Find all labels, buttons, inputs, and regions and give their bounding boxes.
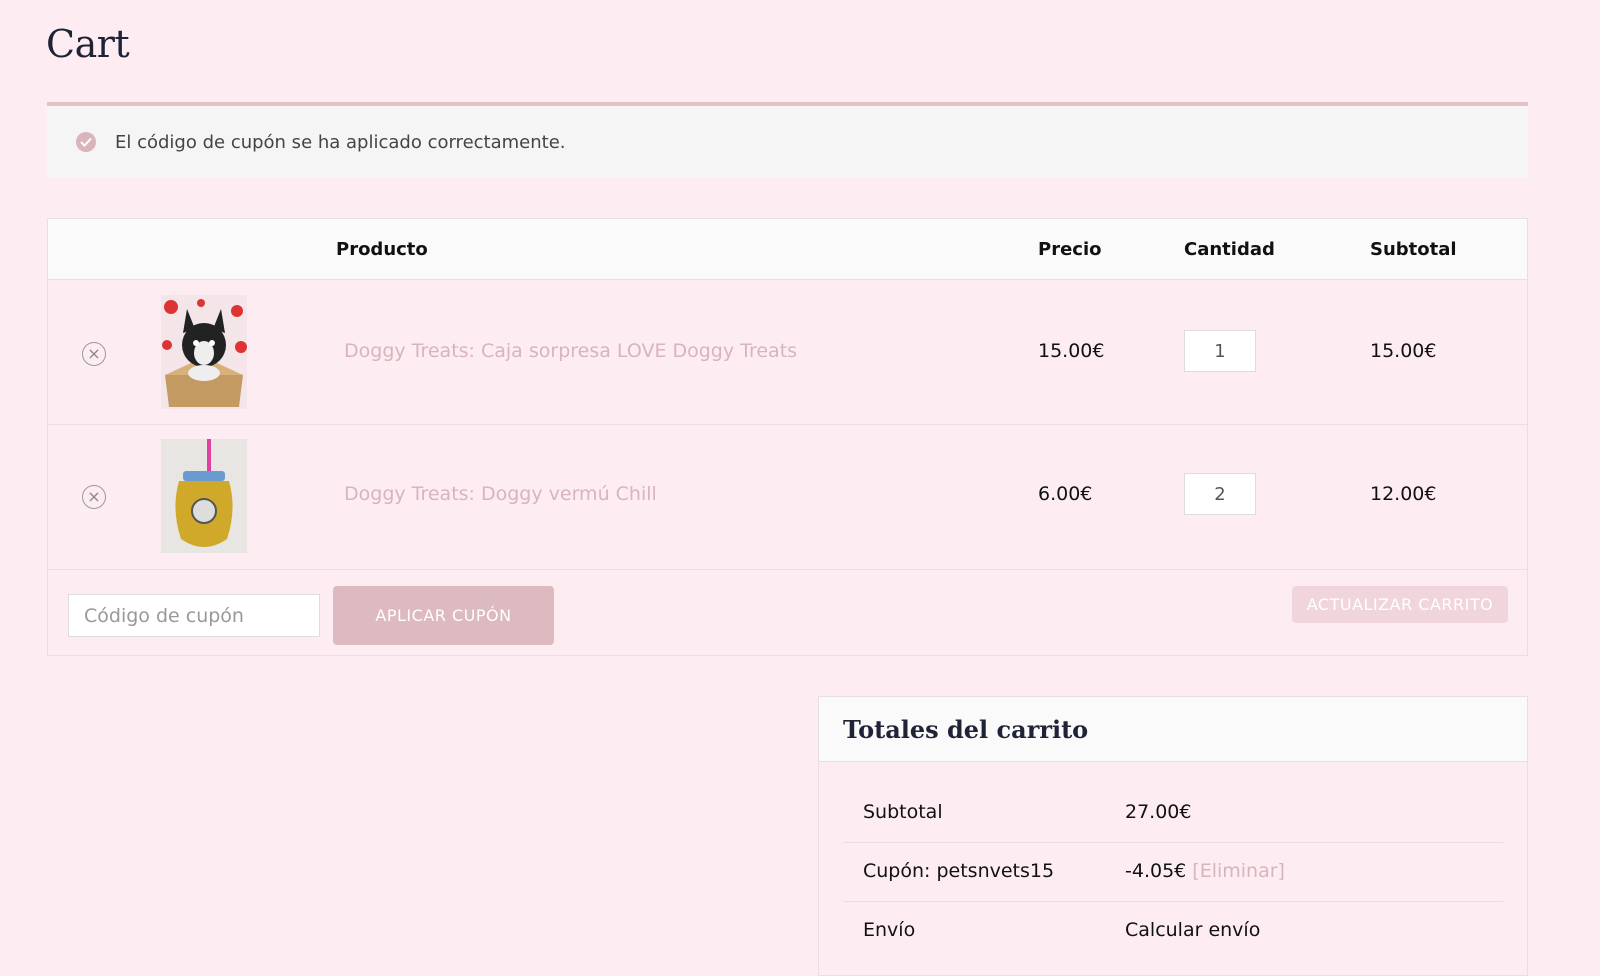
subtotal-value: 27.00€	[1125, 801, 1192, 823]
calculate-shipping-link[interactable]: Calcular envío	[1125, 919, 1260, 941]
coupon-value-wrap: -4.05€ [Eliminar]	[1125, 860, 1285, 882]
product-price: 6.00€	[1038, 483, 1093, 505]
subtotal-label: Subtotal	[863, 801, 943, 823]
header-subtotal: Subtotal	[1370, 239, 1457, 260]
product-subtotal: 15.00€	[1370, 340, 1437, 362]
header-quantity: Cantidad	[1184, 239, 1275, 260]
quantity-input[interactable]: 2	[1184, 473, 1256, 515]
coupon-discount: -4.05€	[1125, 860, 1187, 882]
update-cart-button[interactable]: ACTUALIZAR CARRITO	[1292, 586, 1508, 623]
shipping-label: Envío	[863, 919, 916, 941]
totals-subtotal-row: Subtotal 27.00€	[843, 783, 1503, 843]
remove-coupon-link[interactable]: [Eliminar]	[1192, 860, 1285, 882]
remove-item-icon[interactable]: ×	[82, 485, 106, 509]
product-thumbnail[interactable]	[161, 439, 247, 553]
totals-heading: Totales del carrito	[819, 697, 1527, 762]
product-price: 15.00€	[1038, 340, 1105, 362]
coupon-code-input[interactable]: Código de cupón	[68, 594, 320, 637]
cart-table: Producto Precio Cantidad Subtotal × Dogg…	[47, 218, 1528, 656]
table-header: Producto Precio Cantidad Subtotal	[48, 219, 1527, 280]
product-link[interactable]: Doggy Treats: Caja sorpresa LOVE Doggy T…	[344, 340, 797, 362]
remove-item-icon[interactable]: ×	[82, 342, 106, 366]
cart-totals: Totales del carrito Subtotal 27.00€ Cupó…	[818, 696, 1528, 976]
success-notice: El código de cupón se ha aplicado correc…	[47, 102, 1528, 178]
cart-actions: Código de cupón APLICAR CUPÓN ACTUALIZAR…	[48, 570, 1527, 658]
totals-coupon-row: Cupón: petsnvets15 -4.05€ [Eliminar]	[843, 842, 1503, 902]
table-row: × Doggy Treats: Doggy vermú Chill 6.00€ …	[48, 425, 1527, 570]
header-price: Precio	[1038, 239, 1102, 260]
coupon-label: Cupón: petsnvets15	[863, 860, 1055, 882]
quantity-input[interactable]: 1	[1184, 330, 1256, 372]
header-product: Producto	[336, 239, 428, 260]
product-thumbnail[interactable]	[161, 295, 247, 409]
notice-message: El código de cupón se ha aplicado correc…	[115, 131, 566, 153]
check-icon	[76, 132, 96, 152]
product-link[interactable]: Doggy Treats: Doggy vermú Chill	[344, 483, 657, 505]
apply-coupon-button[interactable]: APLICAR CUPÓN	[333, 586, 554, 645]
totals-shipping-row: Envío Calcular envío	[843, 901, 1503, 960]
table-row: × Doggy Treats: Caja sorpresa LOVE Doggy…	[48, 280, 1527, 425]
product-subtotal: 12.00€	[1370, 483, 1437, 505]
page-title: Cart	[46, 22, 130, 66]
